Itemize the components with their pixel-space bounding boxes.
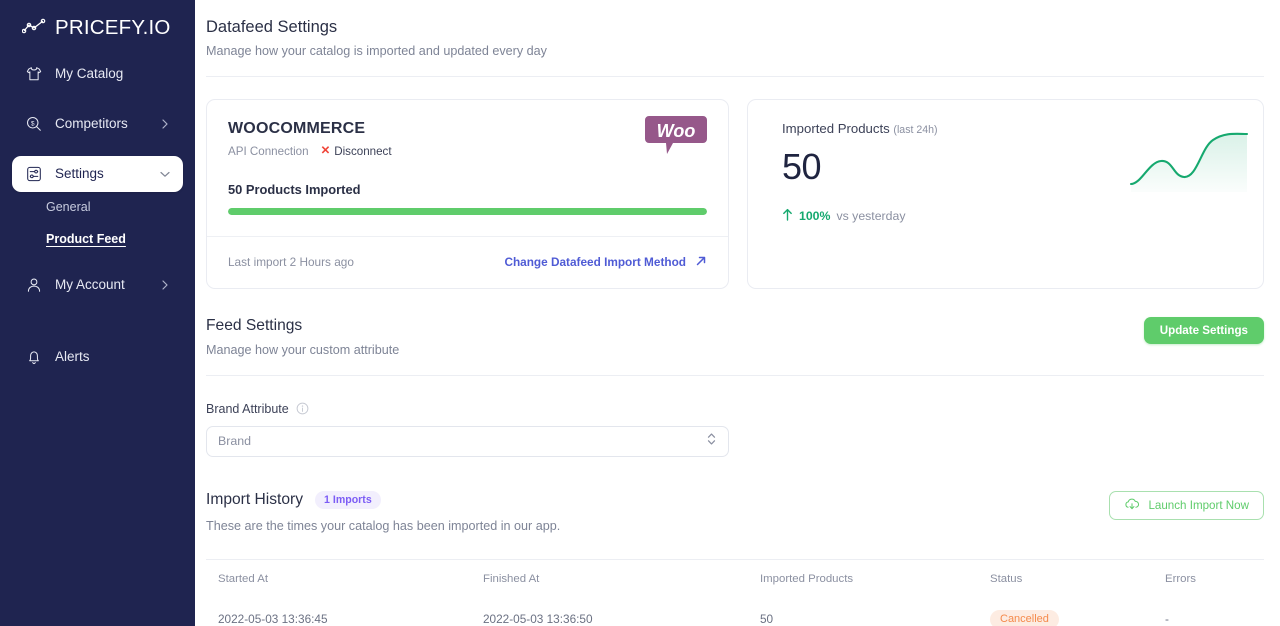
- feed-settings-divider: [206, 374, 1264, 376]
- brand-name: PRICEFY.IO: [55, 15, 171, 39]
- sidebar: PRICEFY.IO My Catalog $ Competitors Sett…: [0, 0, 195, 626]
- page-title: Datafeed Settings: [206, 18, 338, 36]
- brand-attribute-label: Brand Attribute: [206, 401, 289, 416]
- info-icon[interactable]: [296, 402, 309, 415]
- launch-import-now-label: Launch Import Now: [1148, 498, 1249, 512]
- import-history-title-row: Import History 1 Imports: [206, 490, 560, 510]
- svg-text:Woo: Woo: [657, 121, 696, 141]
- sidebar-item-settings[interactable]: Settings: [12, 156, 183, 192]
- connection-card-body: Woo WOOCOMMERCE API Connection ✕ Disconn…: [207, 100, 728, 236]
- sidebar-item-competitors[interactable]: $ Competitors: [12, 106, 183, 142]
- cell-started-at: 2022-05-03 13:36:45: [218, 612, 328, 626]
- disconnect-label: Disconnect: [334, 144, 392, 158]
- header-divider: [206, 75, 1264, 77]
- table-row[interactable]: 2022-05-03 13:36:45 2022-05-03 13:36:50 …: [206, 597, 1264, 626]
- page-header: Datafeed Settings Manage how your catalo…: [206, 0, 1264, 58]
- import-history-subtitle: These are the times your catalog has bee…: [206, 519, 561, 534]
- page-subtitle: Manage how your catalog is imported and …: [206, 43, 547, 58]
- connection-type: API Connection: [228, 144, 309, 158]
- feed-settings-title: Feed Settings: [206, 316, 303, 334]
- connection-subrow: API Connection ✕ Disconnect: [228, 145, 707, 158]
- arrow-up-icon: [782, 208, 793, 224]
- brand-attribute-value: Brand: [218, 434, 252, 448]
- column-header-errors: Errors: [1165, 572, 1197, 585]
- cell-finished-at: 2022-05-03 13:36:50: [483, 612, 593, 626]
- disconnect-button[interactable]: ✕ Disconnect: [321, 145, 392, 158]
- last-import-text: Last import 2 Hours ago: [228, 255, 354, 270]
- sidebar-item-my-account[interactable]: My Account: [12, 267, 183, 303]
- column-header-status: Status: [990, 572, 1023, 585]
- sidebar-item-label: My Account: [55, 277, 125, 293]
- feed-settings-header: Feed Settings Manage how your custom att…: [206, 316, 1264, 357]
- update-settings-button[interactable]: Update Settings: [1143, 316, 1264, 344]
- stat-delta-suffix: vs yesterday: [836, 209, 906, 224]
- sidebar-item-label: Settings: [55, 166, 104, 182]
- stat-delta-value: 100%: [799, 209, 831, 224]
- sidebar-item-label: My Catalog: [55, 66, 124, 82]
- imports-count-badge: 1 Imports: [315, 490, 381, 510]
- column-header-finished-at: Finished At: [483, 572, 540, 585]
- import-history-heading-group: Import History 1 Imports These are the t…: [206, 490, 561, 534]
- brand-attribute-label-row: Brand Attribute: [206, 402, 1264, 416]
- feed-settings-heading-group: Feed Settings Manage how your custom att…: [206, 317, 399, 357]
- change-import-method-label: Change Datafeed Import Method: [504, 255, 686, 270]
- stat-delta-row: 100% vs yesterday: [782, 208, 1241, 224]
- cell-status: Cancelled: [990, 609, 1165, 626]
- cell-errors: -: [1165, 612, 1169, 626]
- table-header-row: Started At Finished At Imported Products…: [206, 559, 1264, 597]
- brand-attribute-field: Brand Attribute Brand: [206, 402, 1264, 457]
- chevron-right-icon: [159, 118, 171, 130]
- import-history-header: Import History 1 Imports These are the t…: [206, 490, 1264, 534]
- connection-card: Woo WOOCOMMERCE API Connection ✕ Disconn…: [206, 98, 729, 289]
- status-badge: Cancelled: [990, 609, 1059, 626]
- user-icon: [24, 275, 44, 295]
- brand-attribute-select[interactable]: Brand: [206, 425, 729, 457]
- sparkline-chart: [1129, 126, 1249, 194]
- sidebar-item-alerts[interactable]: Alerts: [12, 339, 183, 375]
- x-icon: ✕: [320, 144, 331, 157]
- chevron-right-icon: [159, 279, 171, 291]
- tshirt-icon: [24, 64, 44, 84]
- imported-count-label: 50 Products Imported: [228, 181, 361, 197]
- column-header-started-at: Started At: [218, 572, 269, 585]
- main-content: Datafeed Settings Manage how your catalo…: [195, 0, 1280, 626]
- search-dollar-icon: $: [24, 114, 44, 134]
- stat-period: (last 24h): [893, 123, 938, 136]
- import-progress-fill: [228, 207, 707, 215]
- chevron-down-icon: [159, 168, 171, 180]
- sidebar-nav: My Catalog $ Competitors Settings Genera…: [0, 56, 195, 375]
- import-progress-bar: [228, 207, 707, 215]
- chevron-up-down-icon: [706, 431, 717, 452]
- column-header-imported-products: Imported Products: [760, 572, 854, 585]
- sidebar-item-label: Competitors: [55, 116, 128, 132]
- svg-text:$: $: [31, 120, 35, 127]
- sidebar-item-my-catalog[interactable]: My Catalog: [12, 56, 183, 92]
- cloud-download-icon: [1124, 497, 1140, 514]
- app-root: PRICEFY.IO My Catalog $ Competitors Sett…: [0, 0, 1280, 626]
- summary-cards: Woo WOOCOMMERCE API Connection ✕ Disconn…: [206, 98, 1264, 289]
- connection-title: WOOCOMMERCE: [228, 119, 366, 137]
- change-import-method-link[interactable]: Change Datafeed Import Method: [504, 255, 707, 270]
- import-history-title: Import History: [206, 490, 304, 508]
- launch-import-now-button[interactable]: Launch Import Now: [1109, 490, 1264, 520]
- arrow-up-right-icon: [695, 255, 707, 270]
- sidebar-item-label: Alerts: [55, 349, 90, 365]
- imported-products-stat-card: Imported Products (last 24h) 50 100% vs …: [747, 98, 1264, 289]
- import-history-table: Started At Finished At Imported Products…: [206, 559, 1264, 626]
- trend-line-icon: [21, 18, 46, 39]
- bell-icon: [24, 347, 44, 367]
- sidebar-item-product-feed[interactable]: Product Feed: [0, 232, 195, 246]
- stat-title: Imported Products: [782, 120, 890, 136]
- connection-card-footer: Last import 2 Hours ago Change Datafeed …: [207, 235, 728, 288]
- settings-subnav: General Product Feed: [0, 201, 195, 245]
- brand-logo[interactable]: PRICEFY.IO: [0, 0, 195, 44]
- sidebar-item-general[interactable]: General: [0, 201, 195, 214]
- sliders-icon: [24, 164, 44, 184]
- feed-settings-subtitle: Manage how your custom attribute: [206, 342, 400, 357]
- cell-imported-products: 50: [760, 612, 774, 626]
- woocommerce-logo: Woo: [645, 114, 707, 161]
